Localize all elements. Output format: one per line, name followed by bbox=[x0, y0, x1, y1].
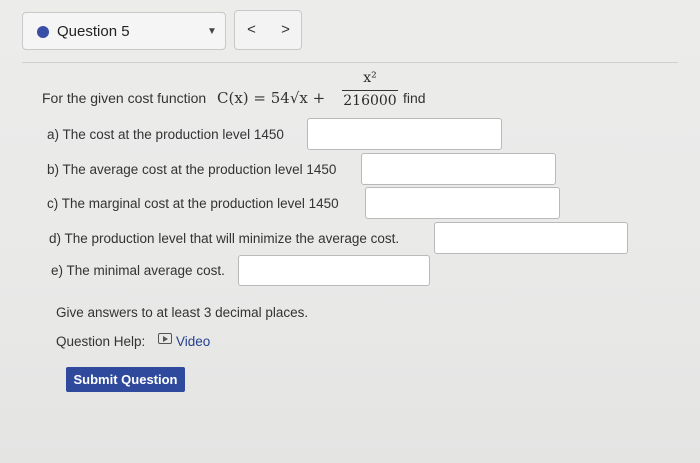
prev-question-button[interactable]: < bbox=[235, 11, 268, 49]
question-select[interactable]: Question 5 ▼ bbox=[22, 12, 226, 50]
video-link[interactable]: Video bbox=[176, 334, 210, 349]
part-c-input[interactable] bbox=[365, 187, 560, 219]
fraction-bar bbox=[342, 90, 398, 91]
question-intro: For the given cost function bbox=[42, 90, 207, 106]
question-label: Question 5 bbox=[57, 23, 130, 40]
video-icon[interactable] bbox=[158, 333, 172, 344]
part-e-input[interactable] bbox=[238, 255, 430, 286]
question-nav: < > bbox=[234, 10, 302, 50]
part-e-label: e) The minimal average cost. bbox=[51, 263, 225, 278]
fraction-denominator: 216000 bbox=[343, 93, 397, 109]
decimal-note: Give answers to at least 3 decimal place… bbox=[56, 305, 309, 320]
part-d-label: d) The production level that will minimi… bbox=[49, 231, 400, 246]
find-text: find bbox=[403, 90, 426, 106]
page: Question 5 ▼ < > For the given cost func… bbox=[0, 0, 700, 463]
next-question-button[interactable]: > bbox=[269, 11, 302, 49]
status-dot-icon bbox=[37, 26, 49, 38]
caret-down-icon: ▼ bbox=[207, 26, 217, 37]
part-a-label: a) The cost at the production level 1450 bbox=[47, 127, 284, 142]
question-help-label: Question Help: bbox=[56, 334, 146, 349]
part-d-input[interactable] bbox=[434, 222, 628, 254]
submit-question-button[interactable]: Submit Question bbox=[66, 367, 185, 392]
part-b-input[interactable] bbox=[361, 153, 556, 185]
part-b-label: b) The average cost at the production le… bbox=[47, 162, 337, 177]
part-c-label: c) The marginal cost at the production l… bbox=[47, 196, 339, 211]
fraction-numerator: x² bbox=[363, 70, 377, 86]
part-a-input[interactable] bbox=[307, 118, 502, 150]
formula-fraction: x² 216000 bbox=[342, 70, 398, 109]
cost-formula: C(x) = 54√x + bbox=[217, 89, 326, 107]
divider bbox=[22, 62, 678, 63]
